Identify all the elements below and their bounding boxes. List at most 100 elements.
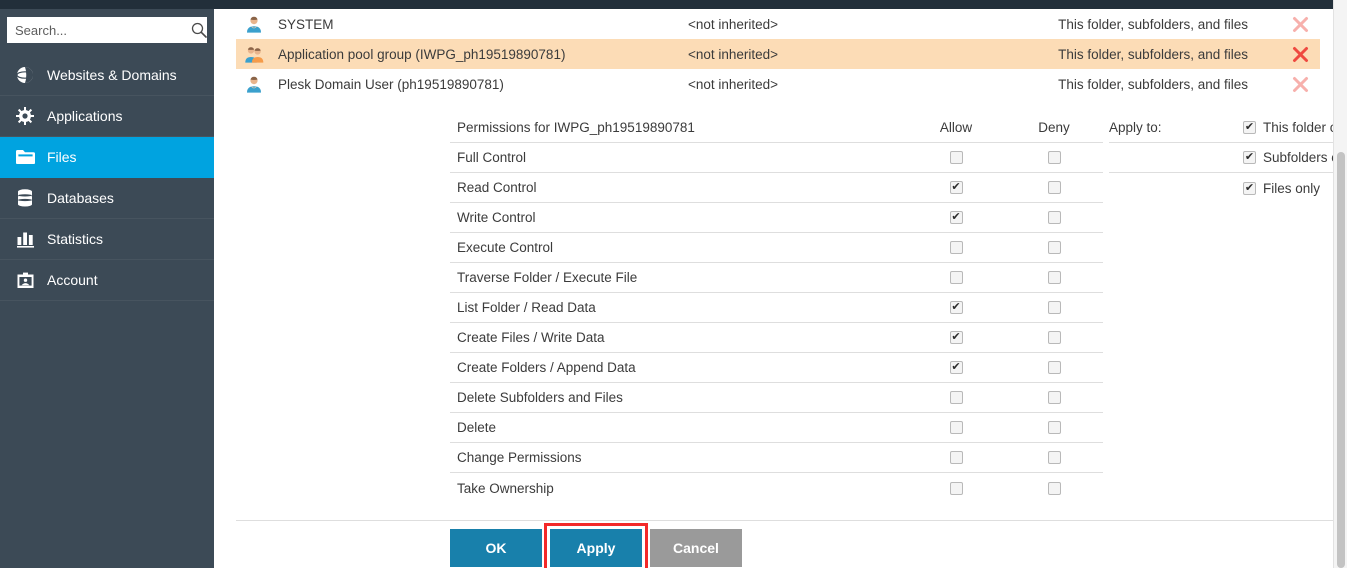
allow-checkbox[interactable]: ✔ — [949, 271, 963, 284]
allow-checkbox[interactable]: ✔ — [949, 391, 963, 404]
sidebar-item-applications[interactable]: Applications — [0, 96, 214, 137]
search-icon[interactable] — [191, 22, 207, 38]
deny-checkbox[interactable]: ✔ — [1047, 361, 1061, 374]
close-x-icon[interactable] — [1280, 16, 1320, 33]
plesk-file-permissions-screen: Websites & Domains Appl — [0, 0, 1347, 568]
ok-button[interactable]: OK — [450, 529, 542, 567]
acl-inherited-value: <not inherited> — [688, 46, 779, 62]
column-header-allow: Allow — [939, 120, 973, 135]
deny-checkbox[interactable]: ✔ — [1047, 301, 1061, 314]
sidebar-item-statistics[interactable]: Statistics — [0, 219, 214, 260]
permission-label: Take Ownership — [457, 480, 554, 496]
acl-principal-name: SYSTEM — [278, 16, 334, 32]
table-row: Take Ownership ✔ ✔ — [450, 473, 1103, 503]
table-row[interactable]: SYSTEM <not inherited> This folder, subf… — [236, 9, 1320, 39]
footer-divider — [236, 520, 1342, 521]
table-row: Delete ✔ ✔ — [450, 413, 1103, 443]
allow-checkbox[interactable]: ✔ — [949, 151, 963, 164]
permission-label: Traverse Folder / Execute File — [457, 270, 638, 285]
allow-checkbox[interactable]: ✔ — [949, 211, 963, 224]
top-bar — [0, 0, 1333, 9]
apply-to-section: Apply to: ✔ This folder only ✔ Subfolder… — [1109, 113, 1347, 203]
table-row[interactable]: Application pool group (IWPG_ph195198907… — [236, 39, 1320, 69]
close-x-icon[interactable] — [1280, 76, 1320, 93]
deny-checkbox[interactable]: ✔ — [1047, 421, 1061, 434]
allow-checkbox[interactable]: ✔ — [949, 361, 963, 374]
allow-checkbox[interactable]: ✔ — [949, 241, 963, 254]
acl-apply-to-value: This folder, subfolders, and files — [1058, 16, 1248, 32]
table-row: List Folder / Read Data ✔ ✔ — [450, 293, 1103, 323]
globe-icon — [14, 65, 36, 85]
permission-label: Write Control — [457, 210, 536, 225]
apply-to-row: Apply to: ✔ This folder only — [1109, 113, 1347, 143]
database-icon — [14, 188, 36, 208]
permissions-table-header: Permissions for IWPG_ph19519890781 Allow… — [450, 113, 1103, 143]
acl-inherited-value: <not inherited> — [688, 16, 779, 32]
permissions-title: Permissions for IWPG_ph19519890781 — [457, 120, 695, 135]
apply-to-checkbox-subfolders-only[interactable]: ✔ — [1243, 151, 1256, 164]
acl-principal-name: Application pool group (IWPG_ph195198907… — [278, 46, 566, 62]
allow-checkbox[interactable]: ✔ — [949, 421, 963, 434]
cancel-button[interactable]: Cancel — [650, 529, 742, 567]
sidebar-nav: Websites & Domains Applications Files Da… — [0, 55, 214, 301]
apply-to-caption: Apply to: — [1109, 120, 1162, 135]
deny-checkbox[interactable]: ✔ — [1047, 211, 1061, 224]
sidebar-item-databases[interactable]: Databases — [0, 178, 214, 219]
deny-checkbox[interactable]: ✔ — [1047, 391, 1061, 404]
table-row: Delete Subfolders and Files ✔ ✔ — [450, 383, 1103, 413]
permission-label: Full Control — [457, 150, 527, 165]
gear-icon — [14, 106, 36, 126]
allow-checkbox[interactable]: ✔ — [949, 481, 963, 495]
table-row: Full Control ✔ ✔ — [450, 143, 1103, 173]
permission-label: Execute Control — [457, 240, 554, 255]
table-row: Execute Control ✔ ✔ — [450, 233, 1103, 263]
sidebar-item-label: Websites & Domains — [47, 67, 177, 83]
deny-checkbox[interactable]: ✔ — [1047, 271, 1061, 284]
main-content: SYSTEM <not inherited> This folder, subf… — [214, 9, 1347, 568]
user-icon — [244, 74, 264, 94]
sidebar-item-account[interactable]: Account — [0, 260, 214, 301]
permission-label: Read Control — [457, 180, 537, 195]
table-row: Traverse Folder / Execute File ✔ ✔ — [450, 263, 1103, 293]
acl-inherited-value: <not inherited> — [688, 76, 779, 92]
apply-button[interactable]: Apply — [550, 529, 642, 567]
permission-label: Delete Subfolders and Files — [457, 390, 623, 405]
deny-checkbox[interactable]: ✔ — [1047, 181, 1061, 194]
sidebar-item-label: Statistics — [47, 231, 104, 247]
deny-checkbox[interactable]: ✔ — [1047, 151, 1061, 164]
deny-checkbox[interactable]: ✔ — [1047, 241, 1061, 254]
allow-checkbox[interactable]: ✔ — [949, 301, 963, 314]
folder-icon — [14, 147, 36, 167]
user-group-icon — [244, 44, 264, 64]
sidebar: Websites & Domains Appl — [0, 9, 214, 568]
scrollbar-thumb[interactable] — [1337, 152, 1345, 568]
apply-to-label: Files only — [1263, 180, 1321, 196]
table-row: Read Control ✔ ✔ — [450, 173, 1103, 203]
table-row: Write Control ✔ ✔ — [450, 203, 1103, 233]
search-input[interactable] — [15, 22, 191, 38]
table-row[interactable]: Plesk Domain User (ph19519890781) <not i… — [236, 69, 1320, 99]
apply-to-checkbox-this-folder-only[interactable]: ✔ — [1243, 121, 1256, 134]
allow-checkbox[interactable]: ✔ — [949, 181, 963, 194]
apply-to-checkbox-files-only[interactable]: ✔ — [1243, 181, 1256, 195]
sidebar-item-label: Account — [47, 272, 98, 288]
user-icon — [244, 14, 264, 34]
deny-checkbox[interactable]: ✔ — [1047, 331, 1061, 344]
search-box[interactable] — [7, 17, 207, 43]
page-scrollbar[interactable] — [1333, 0, 1347, 568]
sidebar-item-label: Files — [47, 149, 77, 165]
permission-label: Create Files / Write Data — [457, 330, 605, 345]
permission-label: Delete — [457, 420, 497, 435]
permissions-table: Permissions for IWPG_ph19519890781 Allow… — [450, 113, 1103, 503]
sidebar-item-websites-domains[interactable]: Websites & Domains — [0, 55, 214, 96]
sidebar-item-files[interactable]: Files — [0, 137, 214, 178]
acl-apply-to-value: This folder, subfolders, and files — [1058, 46, 1248, 62]
close-x-icon[interactable] — [1280, 46, 1320, 63]
deny-checkbox[interactable]: ✔ — [1047, 451, 1061, 464]
bar-chart-icon — [14, 229, 36, 249]
allow-checkbox[interactable]: ✔ — [949, 451, 963, 464]
allow-checkbox[interactable]: ✔ — [949, 331, 963, 344]
deny-checkbox[interactable]: ✔ — [1047, 481, 1061, 495]
acl-apply-to-value: This folder, subfolders, and files — [1058, 76, 1248, 92]
sidebar-item-label: Databases — [47, 190, 114, 206]
